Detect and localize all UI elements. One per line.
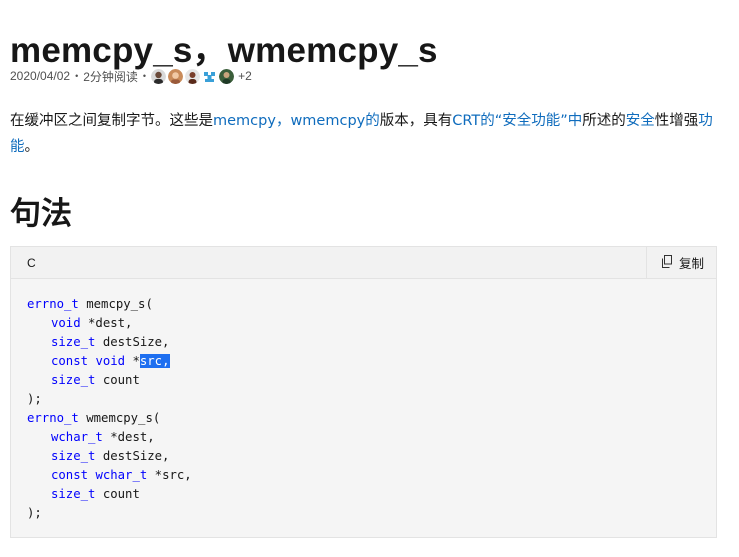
code-token: * [125, 354, 140, 368]
intro-text: 。 [24, 139, 40, 155]
code-token: *dest, [80, 316, 133, 330]
code-token: count [95, 373, 140, 387]
intro-text: 在缓冲区之间复制字节。这些是 [10, 113, 213, 129]
code-token: size_t [51, 449, 96, 463]
contributor-avatar-4[interactable] [202, 68, 218, 84]
more-contributors-count[interactable]: +2 [238, 69, 252, 83]
code-block: C 复制 errno_t memcpy_s( void *dest, size_… [10, 246, 717, 538]
code-token: errno_t [27, 411, 79, 425]
code-token: const [51, 468, 89, 482]
code-token: const [51, 354, 89, 368]
security-link[interactable]: 安全 [626, 113, 655, 129]
meta-separator: • [75, 71, 79, 81]
intro-text: 所述的 [582, 113, 626, 129]
publish-date: 2020/04/02 [10, 69, 71, 83]
copy-button[interactable]: 复制 [645, 247, 716, 278]
code-token: size_t [51, 373, 96, 387]
wmemcpy-link[interactable]: wmemcpy的 [290, 113, 379, 129]
code-token: void [51, 316, 81, 330]
code-header: C 复制 [11, 247, 716, 279]
code-token: count [95, 487, 140, 501]
contributor-avatar-1[interactable] [151, 68, 167, 84]
code-token: wchar_t [51, 430, 103, 444]
contributor-avatar-3[interactable] [185, 68, 201, 84]
article-meta: 2020/04/02 • 2分钟阅读 • +2 [10, 67, 252, 85]
meta-separator: • [142, 71, 147, 81]
code-token: size_t [51, 335, 96, 349]
code-token: destSize, [95, 449, 170, 463]
copy-label: 复制 [678, 256, 704, 271]
crt-link[interactable]: CRT的 [452, 113, 495, 129]
code-content[interactable]: errno_t memcpy_s( void *dest, size_t des… [11, 279, 716, 523]
copy-icon [661, 254, 679, 271]
page-title: memcpy_s，wmemcpy_s [10, 31, 438, 70]
code-token: errno_t [27, 297, 79, 311]
selected-text: src, [139, 354, 170, 368]
contributors-list[interactable] [151, 68, 235, 84]
memcpy-link[interactable]: memcpy [213, 113, 276, 129]
code-token: memcpy_s( [78, 297, 153, 311]
intro-text: 性增强 [654, 113, 699, 129]
contributor-avatar-2[interactable] [168, 68, 184, 84]
read-time: 2分钟阅读 [83, 69, 138, 84]
code-token: destSize, [95, 335, 170, 349]
code-token: ); [27, 392, 42, 406]
code-token: *src, [147, 468, 192, 482]
contributor-avatar-5[interactable] [219, 68, 235, 84]
code-token: void [95, 354, 126, 368]
code-language: C [27, 255, 36, 270]
zhong-link[interactable]: 中 [568, 113, 583, 129]
code-token: wmemcpy_s( [78, 411, 161, 425]
security-features-link[interactable]: “安全功能” [495, 113, 568, 129]
intro-paragraph: 在缓冲区之间复制字节。这些是memcpy，wmemcpy的版本，具有CRT的“安… [10, 108, 725, 160]
code-token: *dest, [102, 430, 155, 444]
code-token: ); [27, 506, 42, 520]
syntax-heading: 句法 [10, 196, 72, 232]
code-token: wchar_t [95, 468, 148, 482]
code-token: size_t [51, 487, 96, 501]
comma-link[interactable]: ， [276, 113, 291, 129]
intro-text: 版本，具有 [379, 113, 453, 129]
